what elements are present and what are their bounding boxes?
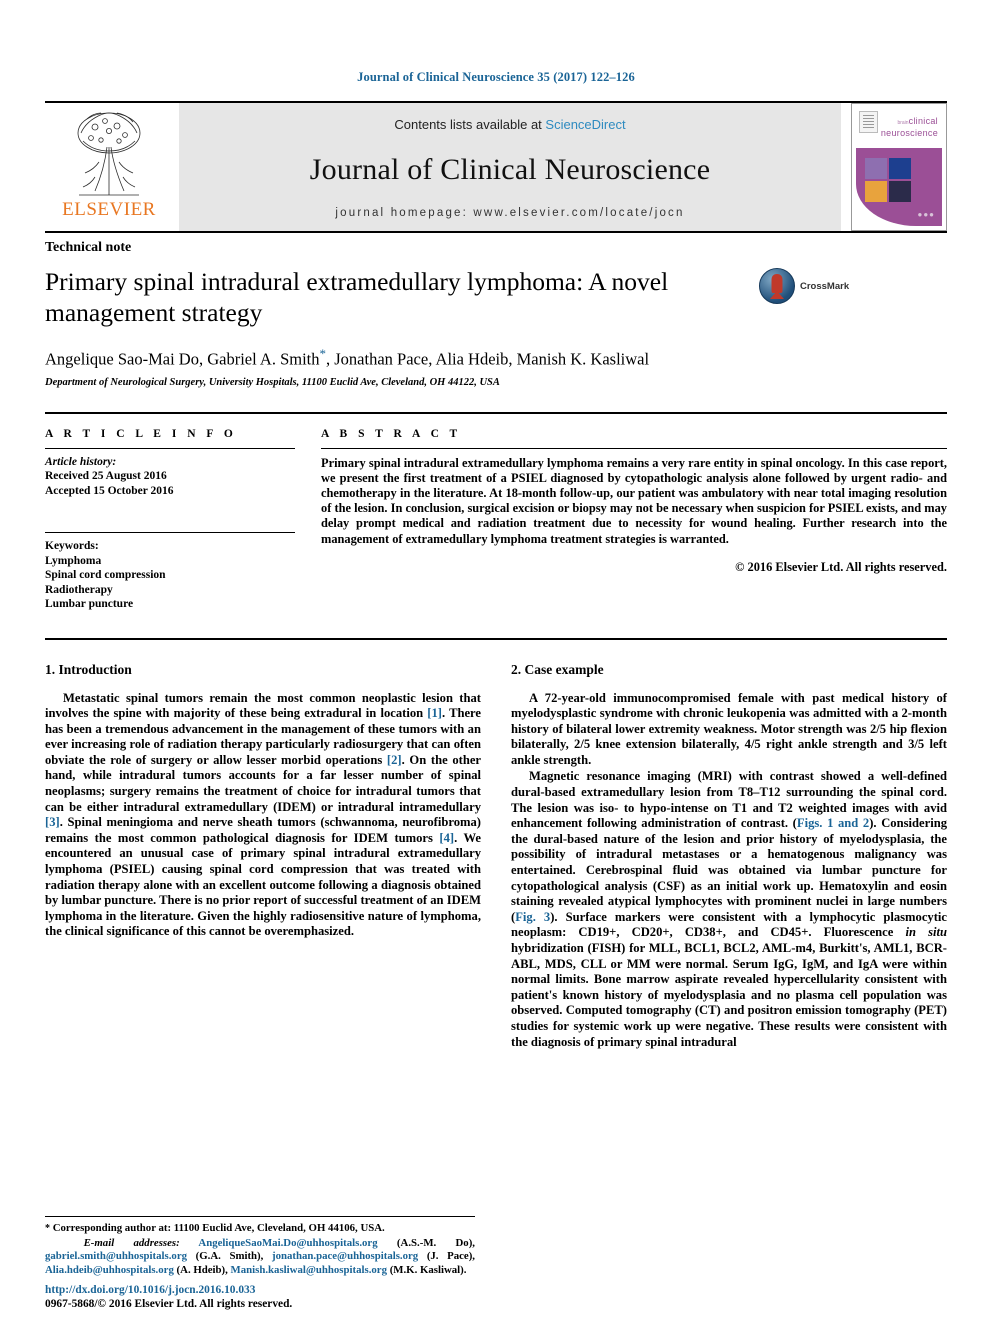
abstract-copyright: © 2016 Elsevier Ltd. All rights reserved…: [735, 559, 947, 574]
email-name-kasliwal: (M.K. Kasliwal).: [387, 1263, 467, 1276]
cover-tile-1: [865, 158, 887, 179]
elsevier-logo: ELSEVIER: [45, 103, 173, 231]
cover-tile-3: [865, 181, 887, 202]
figure-link-3[interactable]: Fig. 3: [515, 910, 550, 924]
article-history-label: Article history:: [45, 455, 117, 468]
corresponding-author-text: Corresponding author at: 11100 Euclid Av…: [50, 1222, 385, 1235]
intro-text-a: Metastatic spinal tumors remain the most…: [45, 690, 481, 721]
masthead-center: Contents lists available at ScienceDirec…: [179, 103, 841, 231]
column-left: 1. Introduction Metastatic spinal tumors…: [45, 662, 481, 1051]
article-type: Technical note: [45, 231, 947, 256]
email-link-hdeib[interactable]: Alia.hdeib@uhhospitals.org: [45, 1264, 174, 1276]
journal-title: Journal of Clinical Neuroscience: [309, 152, 711, 186]
cover-brand: brainclinical neuroscience: [881, 116, 938, 138]
elsevier-wordmark: ELSEVIER: [62, 199, 156, 220]
crossmark-label: CrossMark: [800, 280, 850, 292]
citation-ref-1[interactable]: [1]: [427, 706, 442, 720]
email-name-do: (A.S.-M. Do),: [377, 1236, 475, 1249]
cover-brand-line2: neuroscience: [880, 128, 938, 138]
issn-copyright: 0967-5868/© 2016 Elsevier Ltd. All right…: [45, 1297, 293, 1310]
page-title: Primary spinal intradural extramedullary…: [45, 267, 669, 327]
cover-brand-small: brain: [897, 120, 909, 126]
email-link-pace[interactable]: jonathan.pace@uhhospitals.org: [272, 1250, 418, 1262]
article-history: Article history: Received 25 August 2016…: [45, 449, 295, 499]
email-name-pace: (J. Pace),: [418, 1250, 475, 1263]
email-name-hdeib: (A. Hdeib),: [173, 1263, 231, 1276]
abstract-text: Primary spinal intradural extramedullary…: [321, 455, 947, 546]
column-right: 2. Case example A 72-year-old immunocomp…: [511, 662, 947, 1051]
doi-link[interactable]: http://dx.doi.org/10.1016/j.jocn.2016.10…: [45, 1284, 475, 1298]
article-accepted: Accepted 15 October 2016: [45, 484, 174, 497]
title-row: Primary spinal intradural extramedullary…: [45, 266, 947, 328]
authors-post: , Jonathan Pace, Alia Hdeib, Manish K. K…: [326, 349, 650, 369]
running-head: Journal of Clinical Neuroscience 35 (201…: [357, 70, 635, 84]
sciencedirect-link[interactable]: ScienceDirect: [545, 117, 625, 132]
cover-footer-icons: ●●●: [917, 210, 935, 219]
crossmark-icon: [759, 268, 795, 304]
keywords-label: Keywords:: [45, 540, 99, 552]
email-link-kasliwal[interactable]: Manish.kasliwal@uhhospitals.org: [231, 1264, 387, 1276]
section-heading-introduction: 1. Introduction: [45, 661, 132, 677]
email-label: E-mail addresses:: [83, 1236, 180, 1249]
keywords-block: Keywords: Lymphoma Spinal cord compressi…: [45, 533, 295, 612]
authors-pre: Angelique Sao-Mai Do, Gabriel A. Smith: [45, 349, 320, 369]
journal-cover-thumbnail: brainclinical neuroscience ●●●: [851, 103, 947, 231]
author-list: Angelique Sao-Mai Do, Gabriel A. Smith*,…: [45, 346, 947, 370]
email-link-smith[interactable]: gabriel.smith@uhhospitals.org: [45, 1250, 187, 1262]
keyword-item: Spinal cord compression: [45, 569, 166, 581]
cover-brand-line1: clinical: [908, 116, 938, 126]
case-text-d: hybridization (FISH) for MLL, BCL1, BCL2…: [511, 941, 947, 1049]
intro-text-d: . Spinal meningioma and nerve sheath tum…: [45, 815, 481, 845]
elsevier-tree-icon: [77, 112, 141, 196]
cover-tile-4: [889, 181, 911, 202]
keyword-item: Radiotherapy: [45, 583, 113, 596]
citation-ref-4[interactable]: [4]: [439, 831, 454, 845]
body-columns: 1. Introduction Metastatic spinal tumors…: [45, 637, 947, 1051]
case-text-italic: in situ: [905, 925, 947, 940]
abstract-column: A B S T R A C T Primary spinal intradura…: [321, 428, 947, 612]
section-heading-case-example: 2. Case example: [511, 661, 604, 677]
affiliation: Department of Neurological Surgery, Univ…: [45, 376, 500, 388]
cover-elsevier-mark: [859, 111, 878, 133]
citation-ref-2[interactable]: [2]: [387, 753, 402, 767]
doi-block: http://dx.doi.org/10.1016/j.jocn.2016.10…: [45, 1284, 475, 1311]
article-info-heading: A R T I C L E I N F O: [45, 427, 237, 440]
citation-ref-3[interactable]: [3]: [45, 815, 60, 829]
article-page: Journal of Clinical Neuroscience 35 (201…: [0, 0, 992, 1323]
figure-link-1-2[interactable]: Figs. 1 and 2: [797, 816, 869, 830]
footnote-block: * Corresponding author at: 11100 Euclid …: [45, 1216, 475, 1277]
keyword-item: Lymphoma: [45, 554, 102, 567]
case-text-b: ). Considering the dural-based nature of…: [511, 816, 947, 924]
info-abstract-block: A R T I C L E I N F O Article history: R…: [45, 411, 947, 612]
journal-homepage[interactable]: journal homepage: www.elsevier.com/locat…: [335, 207, 684, 219]
case-text-c: ). Surface markers were consistent with …: [511, 909, 948, 940]
case-paragraph-1: A 72-year-old immunocompromised female w…: [511, 690, 947, 767]
cover-tile-2: [889, 158, 911, 179]
email-link-do[interactable]: AngeliqueSaoMai.Do@uhhospitals.org: [198, 1237, 377, 1249]
case-paragraph-2: Magnetic resonance imaging (MRI) with co…: [511, 769, 947, 1050]
abstract-heading: A B S T R A C T: [321, 427, 462, 440]
article-info-column: A R T I C L E I N F O Article history: R…: [45, 428, 295, 612]
contents-line: Contents lists available at ScienceDirec…: [394, 117, 625, 132]
intro-text-e: . We encountered an unusual case of prim…: [45, 830, 482, 939]
crossmark-badge[interactable]: CrossMark: [759, 268, 849, 304]
corresponding-author-note: * Corresponding author at: 11100 Euclid …: [45, 1222, 475, 1235]
cover-image-grid: [865, 158, 911, 202]
email-addresses-note: E-mail addresses: AngeliqueSaoMai.Do@uhh…: [45, 1237, 475, 1277]
article-received: Received 25 August 2016: [45, 470, 167, 482]
journal-masthead: ELSEVIER Contents lists available at Sci…: [45, 101, 947, 231]
email-name-smith: (G.A. Smith),: [187, 1250, 272, 1263]
contents-prefix: Contents lists available at: [394, 117, 546, 132]
keyword-item: Lumbar puncture: [45, 598, 134, 610]
intro-paragraph: Metastatic spinal tumors remain the most…: [45, 691, 481, 941]
